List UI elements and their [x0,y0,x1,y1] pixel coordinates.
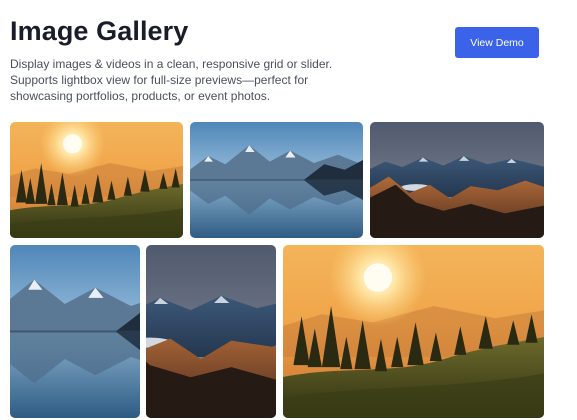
gallery-image[interactable] [10,245,140,418]
gallery-image[interactable] [146,245,276,418]
mountain-dusk-image [370,122,544,238]
mountain-lake-image [190,122,363,238]
mountain-dusk-image [146,245,276,418]
gallery-image[interactable] [283,245,544,418]
view-demo-button[interactable]: View Demo [455,27,539,58]
sunset-forest-image [283,245,544,418]
gallery-image[interactable] [370,122,544,238]
mountain-lake-image [10,245,140,418]
gallery-image[interactable] [190,122,363,238]
gallery-image[interactable] [10,122,183,238]
page-description: Display images & videos in a clean, resp… [10,57,333,103]
page-title: Image Gallery [10,16,189,46]
sunset-forest-image [10,122,183,238]
